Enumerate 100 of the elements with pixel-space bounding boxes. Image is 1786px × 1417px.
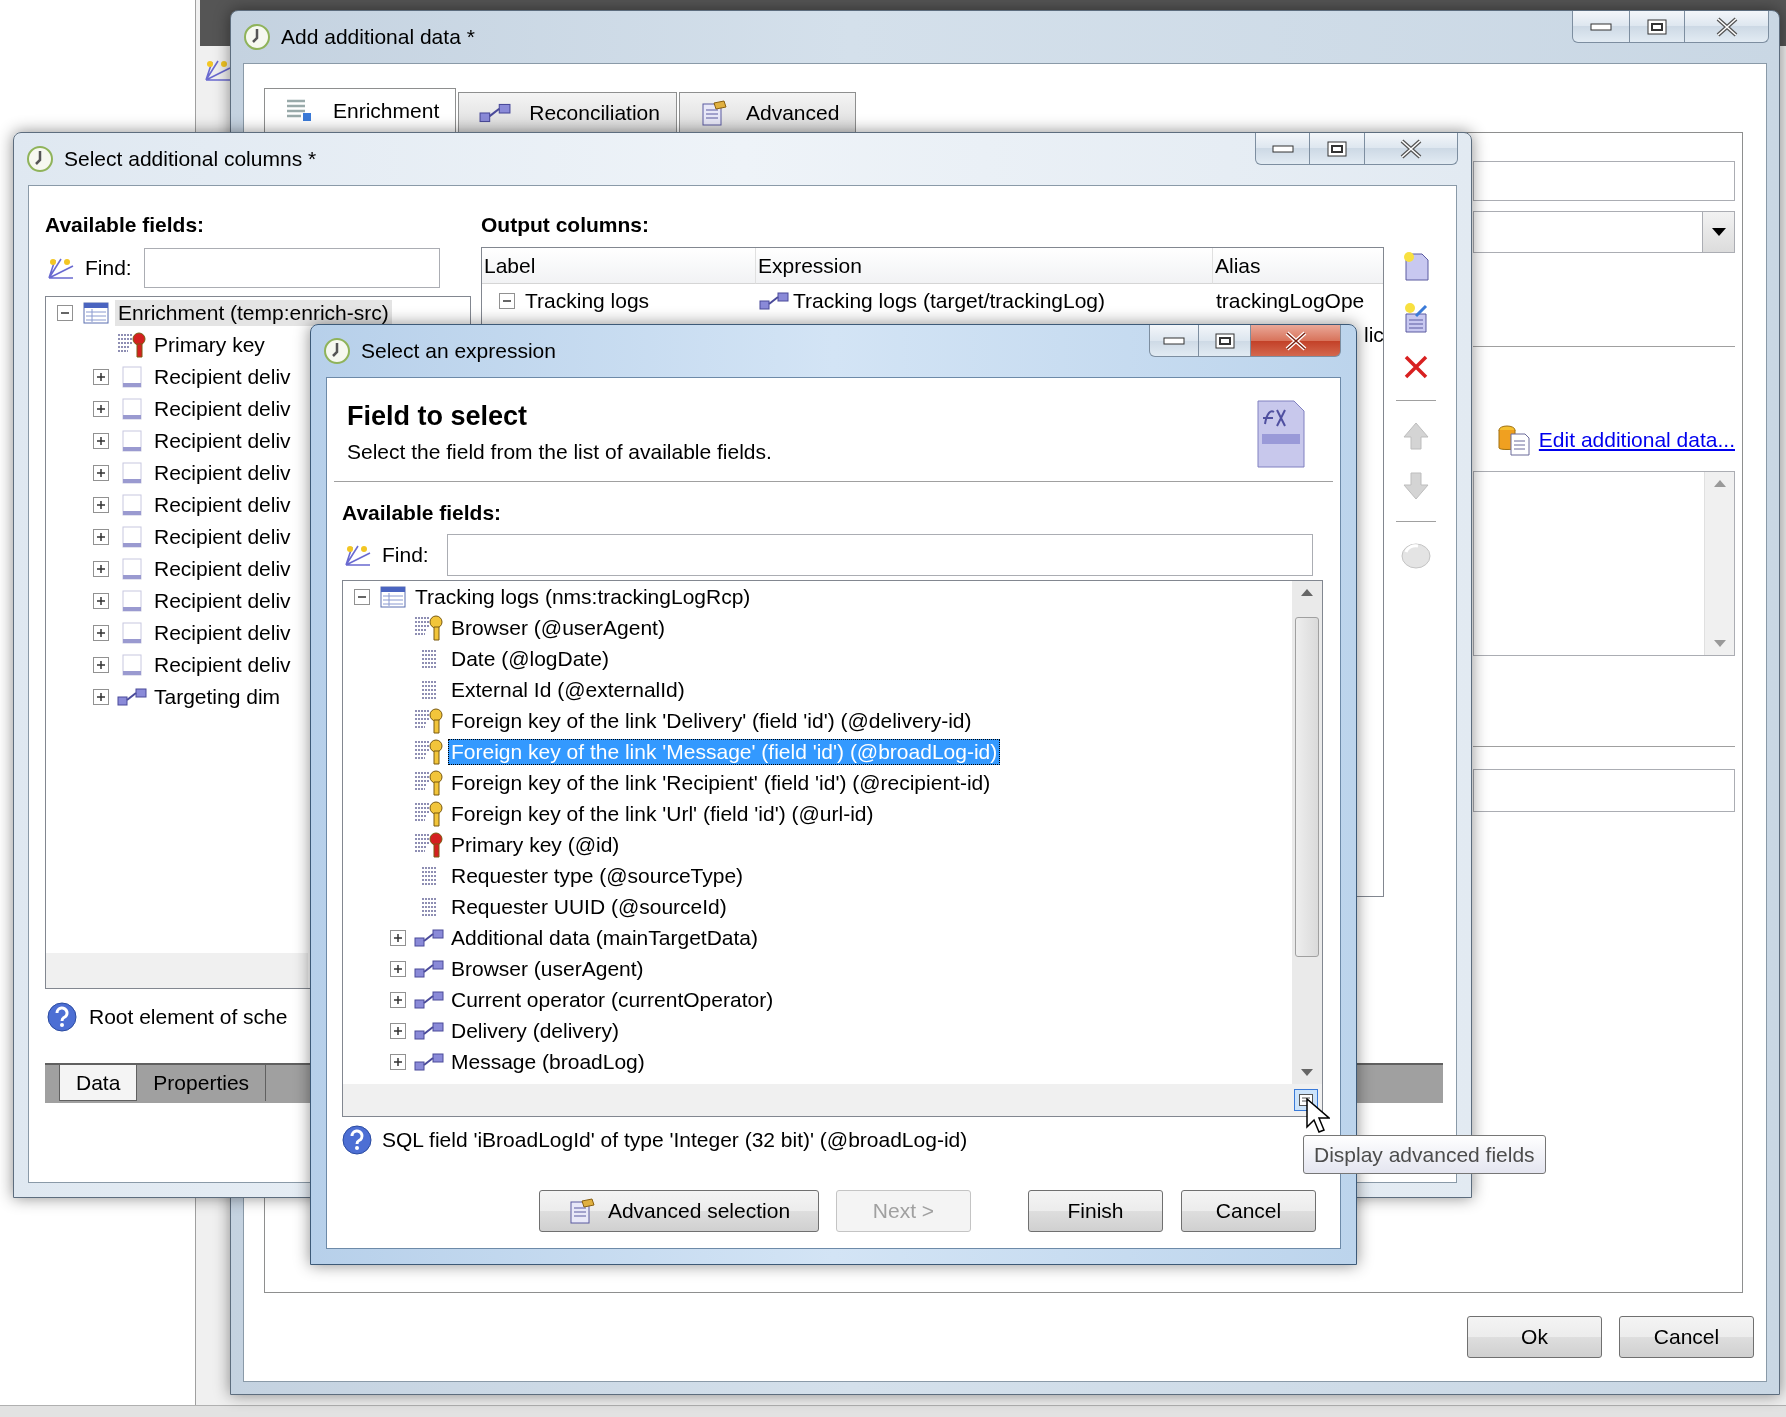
- expand-toggle[interactable]: [91, 593, 111, 609]
- expand-toggle[interactable]: [388, 991, 408, 1008]
- find-field[interactable]: [446, 534, 1313, 576]
- tree-item[interactable]: Browser (userAgent): [448, 955, 647, 982]
- tree-item[interactable]: Recipient deliv: [151, 556, 294, 582]
- scroll-down-icon[interactable]: [1301, 1069, 1313, 1076]
- tree-item[interactable]: Recipient deliv: [151, 620, 294, 646]
- expand-toggle[interactable]: [91, 529, 111, 545]
- tab[interactable]: Properties: [137, 1065, 267, 1101]
- column-header[interactable]: Expression: [756, 248, 1213, 284]
- expand-toggle[interactable]: [91, 561, 111, 577]
- close-icon[interactable]: [1714, 16, 1739, 37]
- horizontal-scrollbar[interactable]: [46, 953, 308, 988]
- tree-item[interactable]: Recipient deliv: [151, 652, 294, 678]
- scrollbar[interactable]: [1292, 581, 1322, 1084]
- column-header[interactable]: Alias: [1213, 248, 1383, 284]
- table-cell: lic: [1364, 323, 1383, 347]
- close-button[interactable]: [1251, 325, 1341, 357]
- key-icon: [414, 768, 444, 797]
- tree-item[interactable]: Recipient deliv: [151, 588, 294, 614]
- dialog-button[interactable]: Cancel: [1181, 1190, 1316, 1232]
- dialog-button[interactable]: Finish: [1028, 1190, 1163, 1232]
- field-icon: [420, 864, 438, 887]
- minimize-icon[interactable]: [1163, 336, 1185, 345]
- close-button[interactable]: [1685, 11, 1769, 43]
- tree-item[interactable]: Recipient deliv: [151, 364, 294, 390]
- tree-item[interactable]: Recipient deliv: [151, 428, 294, 454]
- maximize-button[interactable]: [1630, 11, 1685, 43]
- dialog-button[interactable]: Ok: [1467, 1316, 1602, 1358]
- tree-item[interactable]: Requester type (@sourceType): [448, 862, 747, 889]
- table-icon: [83, 302, 109, 324]
- dropdown-field[interactable]: [1473, 211, 1735, 253]
- tree-item[interactable]: Foreign key of the link 'Recipient' (field 'id') (@recipient-id): [448, 769, 994, 796]
- expand-toggle[interactable]: [499, 293, 515, 309]
- tab[interactable]: Advanced: [678, 92, 857, 132]
- expand-toggle[interactable]: [91, 465, 111, 481]
- tree-item[interactable]: Tracking logs (nms:trackingLogRcp): [412, 583, 754, 610]
- square-icon: [122, 366, 142, 388]
- tree-item[interactable]: Recipient deliv: [151, 524, 294, 550]
- tree-item[interactable]: Foreign key of the link 'Delivery' (field 'id') (@delivery-id): [448, 707, 975, 734]
- expand-toggle[interactable]: [91, 369, 111, 385]
- expand-toggle[interactable]: [91, 433, 111, 449]
- tree-item[interactable]: Additional data (mainTargetData): [448, 924, 761, 951]
- maximize-icon[interactable]: [1327, 140, 1347, 157]
- tree-item[interactable]: Current operator (currentOperator): [448, 986, 777, 1013]
- find-field[interactable]: [143, 248, 440, 288]
- column-header[interactable]: Label: [482, 248, 756, 284]
- tree-item[interactable]: Enrichment (temp:enrich-src): [115, 300, 392, 326]
- delete-icon[interactable]: [1403, 354, 1429, 380]
- tree-item[interactable]: Browser (@userAgent): [448, 614, 668, 641]
- dropdown-arrow-icon[interactable]: [1711, 228, 1726, 236]
- expand-toggle[interactable]: [55, 305, 75, 321]
- close-icon[interactable]: [1399, 138, 1423, 159]
- text-field[interactable]: [1473, 769, 1735, 812]
- expand-toggle[interactable]: [388, 1022, 408, 1039]
- tree-item[interactable]: Date (@logDate): [448, 645, 612, 672]
- dialog-button[interactable]: Cancel: [1619, 1316, 1754, 1358]
- expand-toggle[interactable]: [91, 625, 111, 641]
- tab[interactable]: Enrichment: [264, 88, 457, 133]
- square-icon: [122, 494, 142, 516]
- cursor-icon: [1306, 1098, 1330, 1134]
- tree-item[interactable]: Requester UUID (@sourceId): [448, 893, 730, 920]
- new-document-icon[interactable]: [1402, 250, 1430, 282]
- expand-toggle[interactable]: [352, 588, 372, 605]
- search-icon: [344, 543, 372, 567]
- maximize-button[interactable]: [1199, 325, 1251, 357]
- text-field[interactable]: [1473, 161, 1735, 201]
- tree-item[interactable]: Foreign key of the link 'Url' (field 'id') (@url-id): [448, 800, 877, 827]
- tab[interactable]: Data: [59, 1065, 138, 1101]
- tree-item[interactable]: Delivery (delivery): [448, 1017, 623, 1044]
- expand-toggle[interactable]: [388, 929, 408, 946]
- dialog-button[interactable]: Advanced selection: [539, 1190, 819, 1232]
- tree-item[interactable]: Targeting dim: [151, 684, 284, 710]
- tree-item[interactable]: Message (broadLog): [448, 1048, 648, 1075]
- expand-toggle[interactable]: [388, 1053, 408, 1070]
- scroll-up-icon[interactable]: [1301, 589, 1313, 596]
- expand-toggle[interactable]: [91, 657, 111, 673]
- horizontal-scrollbar[interactable]: [343, 1084, 1322, 1116]
- expand-toggle[interactable]: [91, 401, 111, 417]
- minimize-icon[interactable]: [1271, 144, 1294, 153]
- minimize-icon[interactable]: [1590, 22, 1612, 31]
- tree-item[interactable]: Primary key: [151, 332, 268, 358]
- expand-toggle[interactable]: [91, 497, 111, 513]
- edit-document-icon[interactable]: [1402, 302, 1430, 334]
- table-cell: Tracking logs: [525, 289, 650, 313]
- maximize-button[interactable]: [1310, 133, 1365, 165]
- expand-toggle[interactable]: [388, 960, 408, 977]
- expand-toggle[interactable]: [91, 689, 111, 705]
- field-label: Find:: [85, 256, 132, 280]
- tree-item[interactable]: Recipient deliv: [151, 396, 294, 422]
- close-button[interactable]: [1365, 133, 1458, 165]
- tree-item[interactable]: Recipient deliv: [151, 492, 294, 518]
- link-icon: [759, 291, 789, 311]
- tree-item[interactable]: Recipient deliv: [151, 460, 294, 486]
- maximize-icon[interactable]: [1214, 332, 1235, 349]
- tree-item[interactable]: Primary key (@id): [448, 831, 623, 858]
- tree-item[interactable]: External Id (@externalId): [448, 676, 688, 703]
- edit-link[interactable]: Edit additional data...: [1538, 428, 1735, 452]
- tab[interactable]: Reconciliation: [458, 92, 677, 132]
- maximize-icon[interactable]: [1647, 18, 1667, 35]
